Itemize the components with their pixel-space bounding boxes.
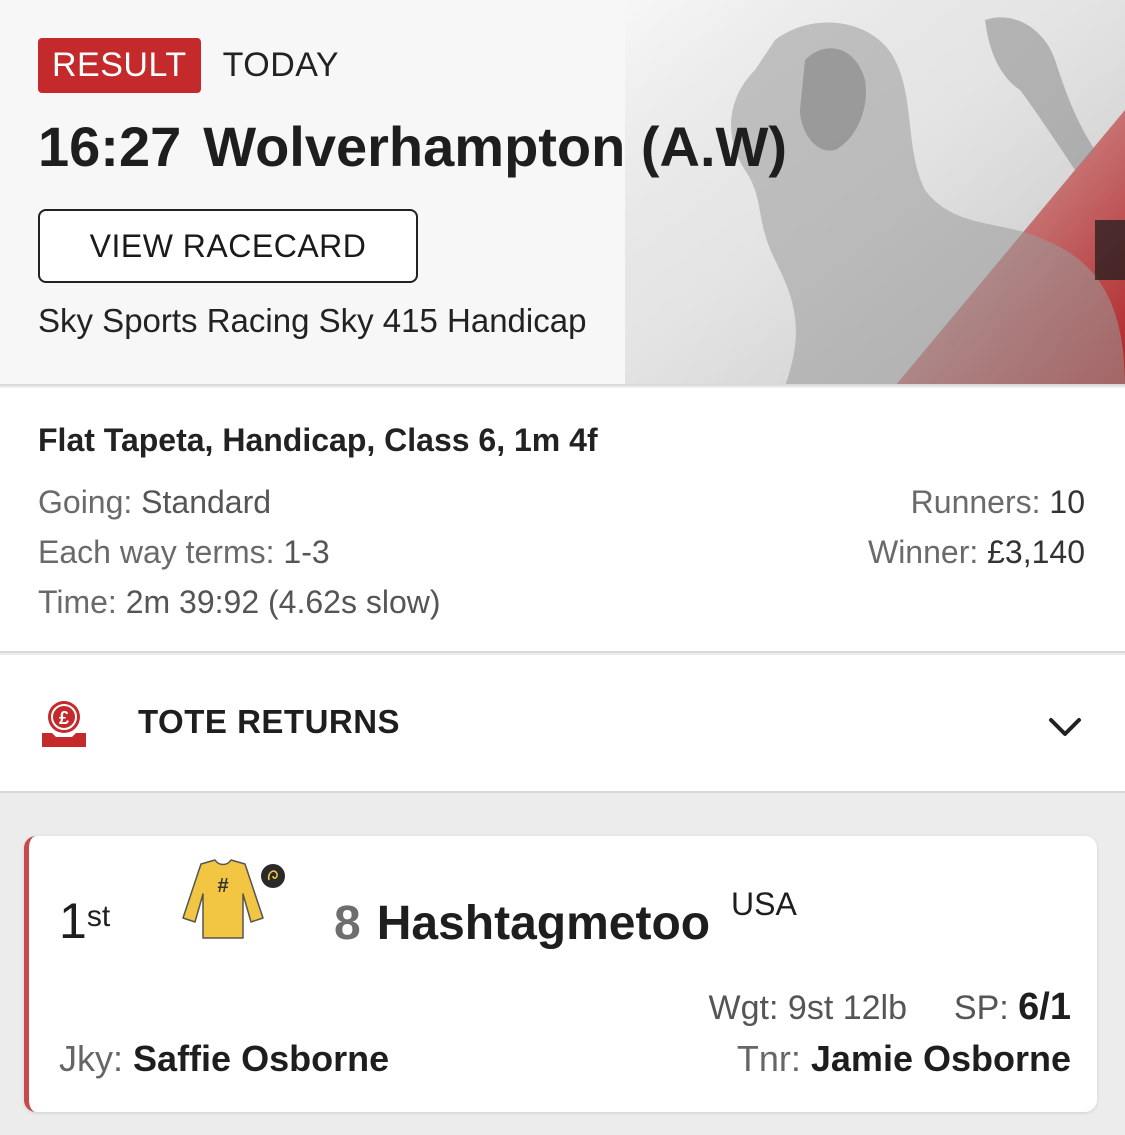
winner-prize-row: Winner: £3,140 bbox=[868, 534, 1085, 571]
trainer-row: Tnr: Jamie Osborne bbox=[737, 1038, 1071, 1080]
trainer-name: Jamie Osborne bbox=[810, 1038, 1071, 1079]
jockey-row: Jky: Saffie Osborne bbox=[59, 1038, 389, 1080]
jockey-name: Saffie Osborne bbox=[133, 1038, 390, 1079]
saddle-cloth-number: 8 bbox=[334, 897, 361, 950]
going-value: Standard bbox=[141, 484, 272, 520]
chevron-down-icon[interactable] bbox=[1047, 715, 1083, 739]
result-card[interactable]: 1st # 8 Hashtagmetoo USA Wgt: 9st 12lb SP… bbox=[24, 836, 1097, 1112]
svg-text:£: £ bbox=[59, 708, 69, 728]
position-number: 1 bbox=[59, 893, 87, 949]
pound-coin-icon: £ bbox=[42, 701, 86, 747]
winner-label: Winner: bbox=[867, 534, 979, 570]
jockey-silks-icon: # bbox=[182, 859, 285, 939]
result-badge: RESULT bbox=[38, 38, 201, 93]
silks-mark: # bbox=[217, 875, 228, 897]
position-suffix: st bbox=[86, 900, 111, 933]
weight-label: Wgt: bbox=[708, 989, 779, 1027]
finish-position: 1st bbox=[59, 892, 110, 950]
race-day: TODAY bbox=[222, 46, 340, 84]
jockey-label: Jky: bbox=[59, 1038, 124, 1079]
time-value: 2m 39:92 (4.62s slow) bbox=[125, 584, 441, 620]
race-type: Flat Tapeta, Handicap, Class 6, 1m 4f bbox=[38, 422, 598, 458]
status-row: RESULT TODAY bbox=[38, 38, 339, 93]
racehorse-hero-image bbox=[625, 0, 1125, 384]
horse-name: Hashtagmetoo bbox=[376, 897, 711, 950]
trainer-label: Tnr: bbox=[736, 1038, 801, 1079]
winner-value: £3,140 bbox=[987, 534, 1085, 570]
race-info: Flat Tapeta, Handicap, Class 6, 1m 4f Go… bbox=[0, 388, 1125, 653]
weight-sp-row: Wgt: 9st 12lb SP: 6/1 bbox=[709, 986, 1071, 1029]
going-label: Going: bbox=[38, 484, 133, 520]
runner[interactable]: 8 Hashtagmetoo bbox=[334, 896, 710, 951]
runners-row: Runners: 10 bbox=[911, 484, 1085, 521]
tote-returns-label: TOTE RETURNS bbox=[138, 703, 401, 740]
time-row: Time: 2m 39:92 (4.62s slow) bbox=[38, 584, 441, 621]
race-title: 16:27 Wolverhampton (A.W) bbox=[38, 114, 787, 179]
each-way-value: 1-3 bbox=[283, 534, 330, 570]
each-way-label: Each way terms: bbox=[38, 534, 275, 570]
time-label: Time: bbox=[38, 584, 117, 620]
course-name: Wolverhampton (A.W) bbox=[203, 115, 788, 178]
sp-label: SP: bbox=[953, 989, 1009, 1027]
race-time: 16:27 bbox=[38, 115, 182, 178]
view-racecard-button[interactable]: VIEW RACECARD bbox=[38, 209, 418, 283]
horse-country: USA bbox=[731, 886, 797, 922]
race-name: Sky Sports Racing Sky 415 Handicap bbox=[38, 302, 587, 339]
runners-value: 10 bbox=[1049, 484, 1085, 520]
each-way-row: Each way terms: 1-3 bbox=[38, 534, 330, 571]
runners-label: Runners: bbox=[910, 484, 1041, 520]
weight-value: 9st 12lb bbox=[787, 989, 907, 1027]
tote-returns-toggle[interactable]: £ TOTE RETURNS bbox=[0, 655, 1125, 793]
going-row: Going: Standard bbox=[38, 484, 271, 521]
race-header: RESULT TODAY 16:27 Wolverhampton (A.W) VI… bbox=[0, 0, 1125, 386]
sp-value: 6/1 bbox=[1018, 986, 1071, 1028]
